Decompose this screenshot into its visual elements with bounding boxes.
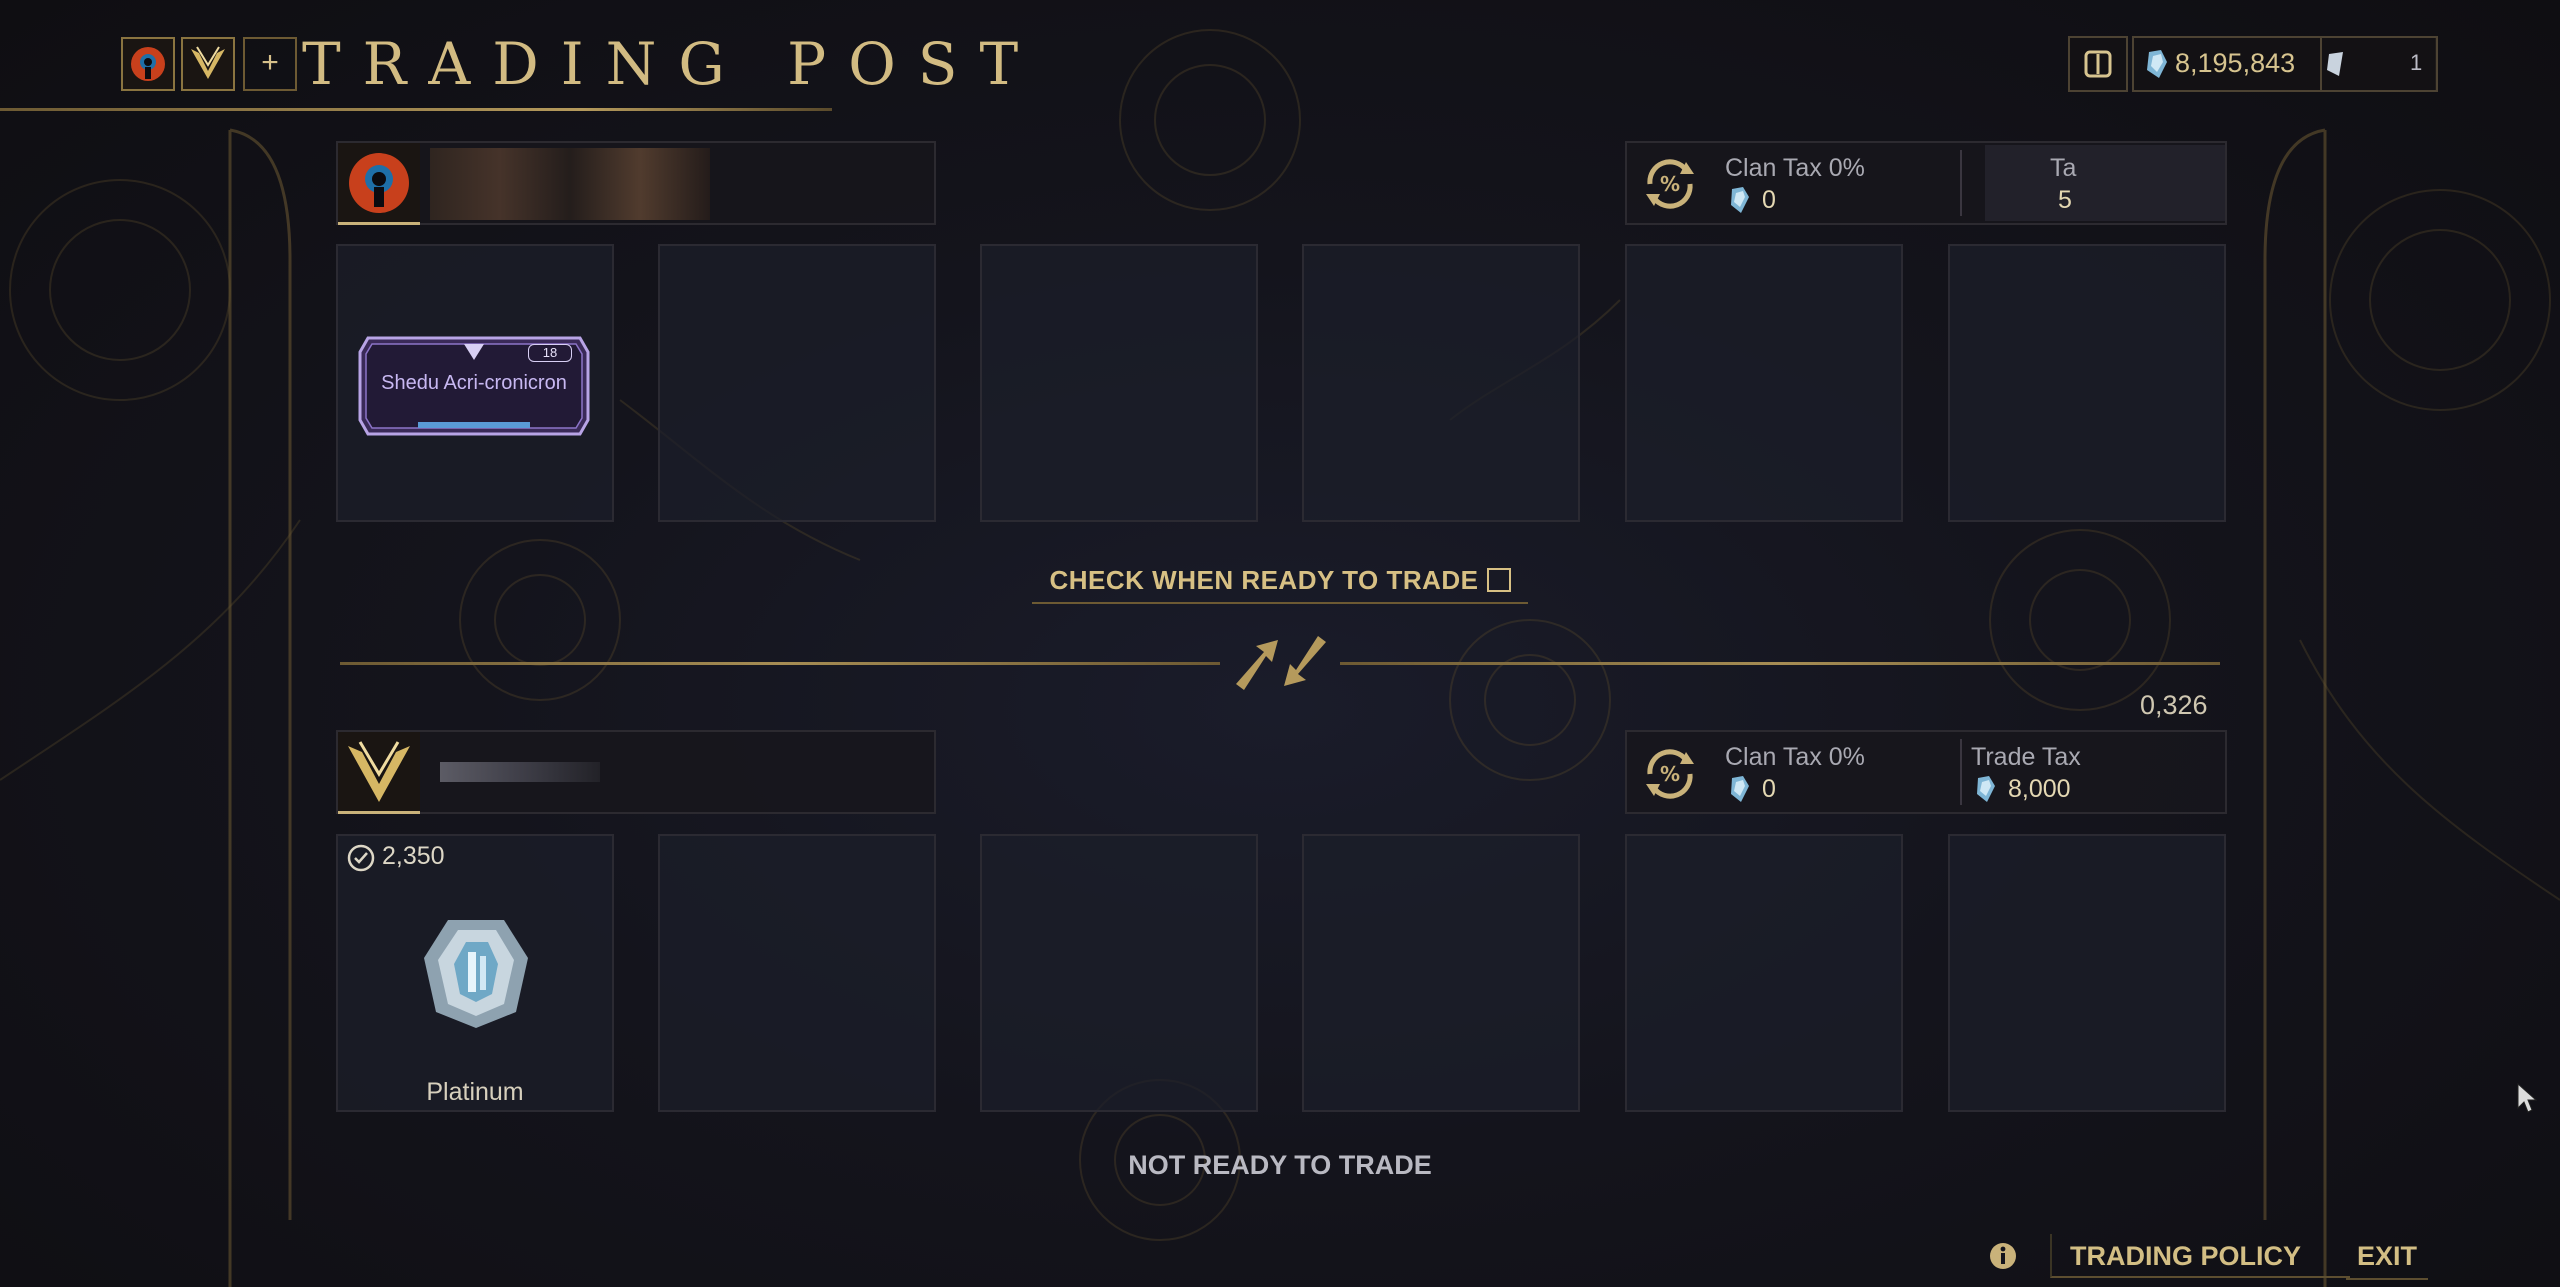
top-trade-tax-label: Ta	[2050, 154, 2077, 182]
swap-arrows-icon	[1236, 636, 1326, 690]
bottom-slot-5[interactable]	[1625, 834, 1903, 1112]
platinum-offer-amount: 2,350	[382, 842, 445, 870]
add-trader-button[interactable]: +	[243, 37, 297, 91]
top-clan-tax-label: Clan Tax 0%	[1725, 154, 1865, 182]
svg-text:%: %	[1660, 172, 1680, 196]
page-title: TRADING POST	[302, 30, 1041, 98]
top-slot-5[interactable]	[1625, 244, 1903, 522]
checkbox-icon	[1486, 568, 1511, 592]
tax-cycle-icon: %	[1646, 159, 1694, 209]
mod-card[interactable]: 18 Shedu Acri-cronicron	[358, 330, 590, 442]
ready-to-trade-checkbox[interactable]: CHECK WHEN READY TO TRADE	[1032, 560, 1528, 604]
codex-button[interactable]	[2068, 36, 2128, 92]
tax-divider	[1960, 739, 1962, 805]
mouse-cursor-icon	[2517, 1082, 2538, 1113]
trade-partner-emblem-icon[interactable]	[181, 37, 235, 91]
platinum-icon	[1731, 776, 1749, 802]
credits-icon	[2327, 52, 2343, 76]
platinum-item-name: Platinum	[426, 1078, 524, 1106]
secondary-currency-value: 1	[2410, 50, 2423, 75]
top-trade-tax-value: 5	[2058, 186, 2072, 214]
exit-button[interactable]: EXIT	[2346, 1234, 2428, 1280]
mod-card-name: Shedu Acri-cronicron	[381, 372, 567, 394]
platinum-icon	[1977, 776, 1995, 802]
bottom-slot-2[interactable]	[658, 834, 936, 1112]
bottom-trade-tax-label: Trade Tax	[1971, 743, 2081, 771]
top-slot-4[interactable]	[1302, 244, 1580, 522]
bottom-slot-3[interactable]	[980, 834, 1258, 1112]
top-slot-2[interactable]	[658, 244, 936, 522]
mod-rank-badge: 18	[528, 344, 572, 362]
bottom-clan-tax-label: Clan Tax 0%	[1725, 743, 1865, 771]
separator-left	[340, 662, 1220, 665]
trading-policy-button[interactable]: TRADING POLICY	[2050, 1234, 2350, 1278]
bottom-clan-tax-value: 0	[1762, 775, 1776, 803]
info-icon[interactable]	[1987, 1240, 2019, 1272]
top-clan-tax-value: 0	[1762, 186, 1776, 214]
bottom-slot-4[interactable]	[1302, 834, 1580, 1112]
top-trade-tax-overlay	[1985, 145, 2225, 221]
platinum-icon	[1731, 187, 1749, 213]
bottom-player-avatar	[338, 732, 420, 814]
bottom-trade-tax-value: 8,000	[2008, 775, 2071, 803]
partner-ready-status: NOT READY TO TRADE	[1128, 1150, 1432, 1180]
player-emblem-icon[interactable]	[121, 37, 175, 91]
platinum-icon	[2147, 50, 2167, 78]
top-player-name-obscured	[430, 148, 710, 220]
bottom-player-name-obscured	[440, 762, 600, 782]
svg-text:%: %	[1660, 762, 1680, 786]
platinum-item-icon	[424, 920, 528, 1028]
bottom-player-bar	[336, 730, 936, 814]
top-player-avatar	[338, 143, 420, 225]
tax-cycle-icon: %	[1646, 749, 1694, 799]
separator-right	[1340, 662, 2220, 665]
top-slot-3[interactable]	[980, 244, 1258, 522]
offer-total-partial: 0,326	[2140, 690, 2208, 720]
header-divider	[0, 108, 832, 111]
platinum-balance: 8,195,843	[2175, 48, 2296, 78]
bottom-slot-6[interactable]	[1948, 834, 2226, 1112]
bottom-tax-bar	[1625, 730, 2227, 814]
top-slot-6[interactable]	[1948, 244, 2226, 522]
check-circle-icon	[347, 844, 375, 872]
tax-divider	[1960, 150, 1962, 216]
ready-check-label: CHECK WHEN READY TO TRADE	[1049, 565, 1479, 595]
